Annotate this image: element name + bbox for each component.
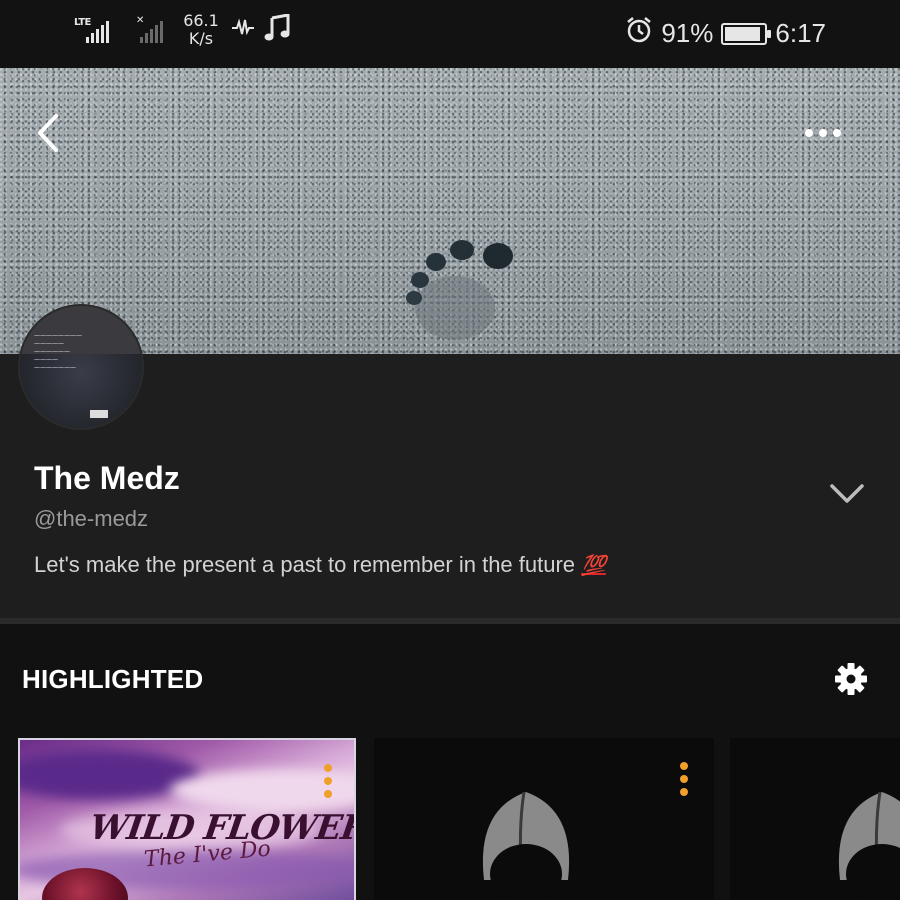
audio-wave-icon — [232, 18, 254, 42]
chevron-down-icon — [830, 484, 864, 503]
footprint-image — [406, 240, 513, 340]
clock: 6:17 — [775, 18, 826, 48]
profile-bio: Let's make the present a past to remembe… — [34, 552, 606, 578]
profile-bio-text: Let's make the present a past to remembe… — [34, 552, 576, 577]
data-speed-unit: K/s — [188, 29, 214, 48]
chevron-left-icon — [38, 114, 58, 152]
expand-profile-button[interactable] — [824, 476, 870, 512]
signal-lte-icon: LTE — [72, 13, 116, 47]
music-note-icon — [264, 13, 290, 46]
highlighted-card-2[interactable] — [374, 738, 714, 900]
highlighted-settings-button[interactable] — [832, 660, 870, 698]
more-options-button[interactable] — [798, 118, 848, 148]
more-vertical-icon — [680, 762, 688, 770]
highlighted-card-3[interactable] — [730, 738, 900, 900]
profile-handle: @the-medz — [34, 506, 149, 531]
data-speed-value: 66.1 — [183, 11, 219, 30]
battery-fill — [725, 26, 760, 41]
hooded-figure-image — [839, 791, 900, 900]
card-menu-button[interactable] — [324, 764, 332, 798]
more-vertical-icon — [324, 764, 332, 772]
status-bar-left: LTE ✕ 66.1 K/s — [72, 12, 290, 48]
gear-icon — [835, 663, 867, 695]
more-horizontal-icon — [805, 129, 813, 137]
highlighted-card-wild-flower[interactable]: WILD FLOWER The I've Do — [18, 738, 356, 900]
alarm-icon — [625, 16, 653, 51]
battery-icon — [721, 22, 772, 45]
data-speed: 66.1 K/s — [180, 12, 222, 48]
highlighted-title: HIGHLIGHTED — [22, 664, 204, 694]
status-bar-right: 91% 6:17 — [625, 16, 826, 51]
signal-no-service-icon: ✕ — [126, 13, 170, 47]
status-bar: LTE ✕ 66.1 K/s 91% 6:17 — [0, 0, 900, 68]
card-menu-button[interactable] — [680, 762, 688, 796]
hooded-figure-image — [482, 791, 570, 900]
battery-percent: 91% — [661, 18, 714, 48]
profile-name: The Medz — [34, 460, 180, 496]
hundred-points-emoji: 💯 — [581, 555, 606, 577]
back-button[interactable] — [30, 108, 70, 158]
avatar[interactable]: ———————— ————— —————— ———— ——————— — [18, 304, 144, 430]
